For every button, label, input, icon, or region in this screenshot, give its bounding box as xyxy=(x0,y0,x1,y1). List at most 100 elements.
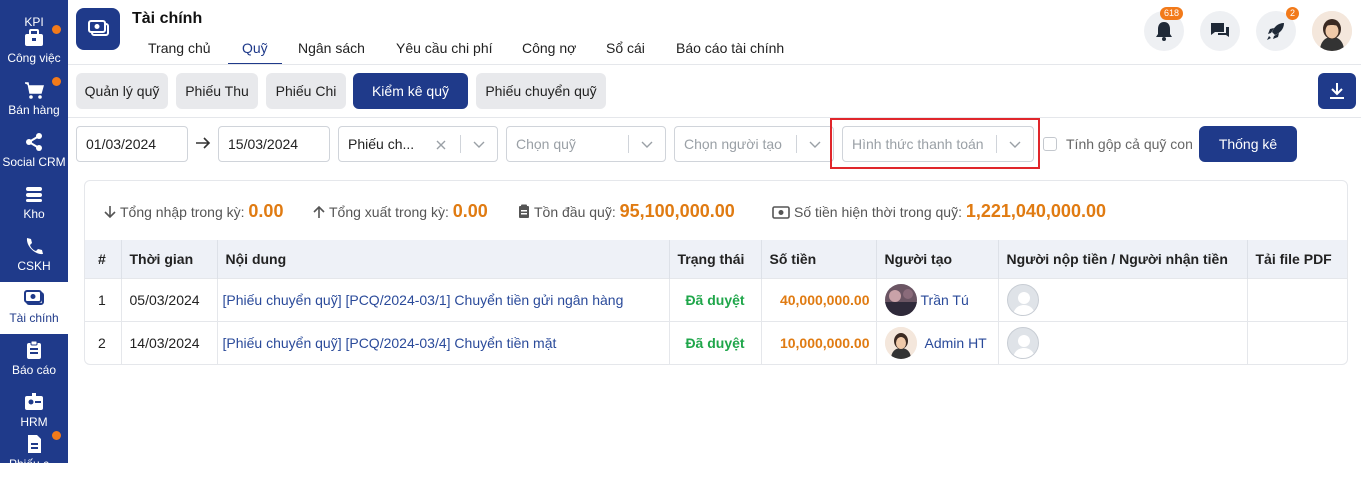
column-header: Thời gian xyxy=(121,240,218,278)
sidebar: KPI Công việc Bán hàng Social CRM Kho CS… xyxy=(0,0,68,471)
creator-name: Trần Tú xyxy=(920,291,969,308)
voucher-type-select[interactable]: Phiếu ch... xyxy=(338,126,498,162)
download-button[interactable] xyxy=(1318,73,1356,109)
row-content-link[interactable]: [Phiếu chuyển quỹ] [PCQ/2024-03/4] Chuyể… xyxy=(217,320,670,364)
chevron-down-icon xyxy=(809,141,821,148)
total-out-label: Tổng xuất trong kỳ: xyxy=(329,204,449,220)
row-date: 05/03/2024 xyxy=(121,277,218,321)
avatar-image xyxy=(884,326,917,359)
avatar xyxy=(1006,283,1039,316)
total-in-label: Tổng nhập trong kỳ: xyxy=(120,204,245,220)
tab-bao-cao-tai-chinh[interactable]: Báo cáo tài chính xyxy=(676,40,784,56)
row-amount: 40,000,000.00 xyxy=(761,277,877,321)
arrow-up-icon xyxy=(313,205,325,218)
sidebar-item-cskh[interactable]: CSKH xyxy=(0,230,68,282)
subtab-phieu-chuyen-quy[interactable]: Phiếu chuyển quỹ xyxy=(476,73,606,109)
column-header: Người tạo xyxy=(876,240,999,278)
tab-cong-no[interactable]: Công nợ xyxy=(522,40,576,56)
opening-value: 95,100,000.00 xyxy=(619,201,735,221)
notifications-button[interactable]: 618 xyxy=(1144,7,1184,51)
sidebar-item-ban-hang[interactable]: Bán hàng xyxy=(0,74,68,126)
avatar xyxy=(884,283,917,316)
toolbar-divider xyxy=(68,117,1361,118)
total-in-value: 0.00 xyxy=(248,201,284,221)
include-child-funds-checkbox[interactable] xyxy=(1043,137,1057,151)
tab-ngan-sach[interactable]: Ngân sách xyxy=(298,40,365,56)
chevron-down-icon xyxy=(473,141,485,148)
sidebar-item-label: Kho xyxy=(23,207,45,221)
subtab-phieu-thu[interactable]: Phiếu Thu xyxy=(176,73,258,109)
notification-dot xyxy=(52,77,61,86)
notification-dot xyxy=(52,431,61,440)
tab-trang-chu[interactable]: Trang chủ xyxy=(148,40,211,56)
tab-so-cai[interactable]: Sổ cái xyxy=(606,40,645,56)
row-content-link[interactable]: [Phiếu chuyển quỹ] [PCQ/2024-03/1] Chuyể… xyxy=(217,277,670,321)
sidebar-item-tai-chinh[interactable]: Tài chính xyxy=(0,282,68,334)
finance-icon xyxy=(24,290,44,305)
status-badge: Đã duyệt xyxy=(669,277,762,321)
summary-total-in: Tổng nhập trong kỳ: 0.00 xyxy=(104,201,283,221)
user-avatar[interactable] xyxy=(1312,11,1352,51)
row-pdf xyxy=(1247,277,1347,321)
arrow-down-icon xyxy=(104,206,116,219)
kpi-icon xyxy=(23,0,45,12)
table-row[interactable]: 2 14/03/2024 [Phiếu chuyển quỹ] [PCQ/202… xyxy=(85,320,1347,364)
voucher-type-value: Phiếu ch... xyxy=(348,136,415,152)
sidebar-item-label: Social CRM xyxy=(2,155,66,169)
row-creator: Admin HT xyxy=(876,320,999,364)
current-label: Số tiền hiện thời trong quỹ: xyxy=(794,204,962,220)
table-row[interactable]: 1 05/03/2024 [Phiếu chuyển quỹ] [PCQ/202… xyxy=(85,277,1347,321)
avatar-image xyxy=(884,283,917,316)
row-number: 1 xyxy=(85,277,122,321)
updates-button[interactable]: 2 xyxy=(1256,7,1300,51)
date-to-input[interactable]: 15/03/2024 xyxy=(218,126,330,162)
phone-icon xyxy=(26,238,43,255)
select-separator xyxy=(628,135,629,153)
subtab-phieu-chi[interactable]: Phiếu Chi xyxy=(266,73,346,109)
select-separator xyxy=(796,135,797,153)
creator-select[interactable]: Chọn người tạo xyxy=(674,126,834,162)
statistics-button[interactable]: Thống kê xyxy=(1199,126,1297,162)
subtab-quan-ly-quy[interactable]: Quản lý quỹ xyxy=(76,73,168,109)
date-from-input[interactable]: 01/03/2024 xyxy=(76,126,188,162)
page-title: Tài chính xyxy=(132,10,203,27)
sidebar-item-label: Báo cáo xyxy=(11,363,57,377)
status-badge: Đã duyệt xyxy=(669,320,762,364)
clear-icon[interactable] xyxy=(435,139,447,151)
rocket-count-badge: 2 xyxy=(1286,7,1300,20)
chat-icon xyxy=(1211,23,1229,37)
user-placeholder-icon xyxy=(1012,334,1035,358)
row-payer xyxy=(998,277,1248,321)
sidebar-item-social-crm[interactable]: Social CRM xyxy=(0,126,68,178)
user-avatar-image xyxy=(1312,11,1352,51)
avatar xyxy=(884,326,917,359)
messages-button[interactable] xyxy=(1200,11,1240,51)
sidebar-item-label: Tài chính xyxy=(9,311,59,325)
sidebar-item-label: CSKH xyxy=(17,259,51,273)
sidebar-item-bao-cao[interactable]: Báo cáo xyxy=(0,334,68,386)
fund-select[interactable]: Chọn quỹ xyxy=(506,126,666,162)
column-header: # xyxy=(85,240,122,278)
sidebar-item-label: Bán hàng xyxy=(8,103,60,117)
sidebar-item-kho[interactable]: Kho xyxy=(0,178,68,230)
share-icon xyxy=(26,133,42,151)
header-divider xyxy=(68,64,1361,65)
sidebar-item-label: Công việc xyxy=(7,51,61,65)
sidebar-item-cong-viec[interactable]: Công việc xyxy=(0,22,68,74)
opening-label: Tồn đầu quỹ: xyxy=(534,204,616,220)
table-header-row: # Thời gian Nội dung Trạng thái Số tiền … xyxy=(85,240,1347,278)
tab-yeu-cau-chi-phi[interactable]: Yêu cầu chi phí xyxy=(396,40,493,56)
row-number: 2 xyxy=(85,320,122,364)
highlight-frame xyxy=(830,118,1040,169)
subtab-kiem-ke-quy[interactable]: Kiểm kê quỹ xyxy=(353,73,468,109)
sidebar-item-phieu[interactable]: Phiếu c... xyxy=(0,428,68,480)
briefcase-icon xyxy=(25,29,43,46)
user-placeholder-icon xyxy=(1012,291,1035,315)
finance-app-icon xyxy=(76,8,120,50)
money-icon xyxy=(772,206,790,219)
column-header: Số tiền xyxy=(761,240,877,278)
sidebar-item-label: Phiếu c... xyxy=(8,457,60,471)
tab-quy[interactable]: Quỹ xyxy=(228,40,282,65)
row-pdf xyxy=(1247,320,1347,364)
finance-icon xyxy=(88,20,109,36)
